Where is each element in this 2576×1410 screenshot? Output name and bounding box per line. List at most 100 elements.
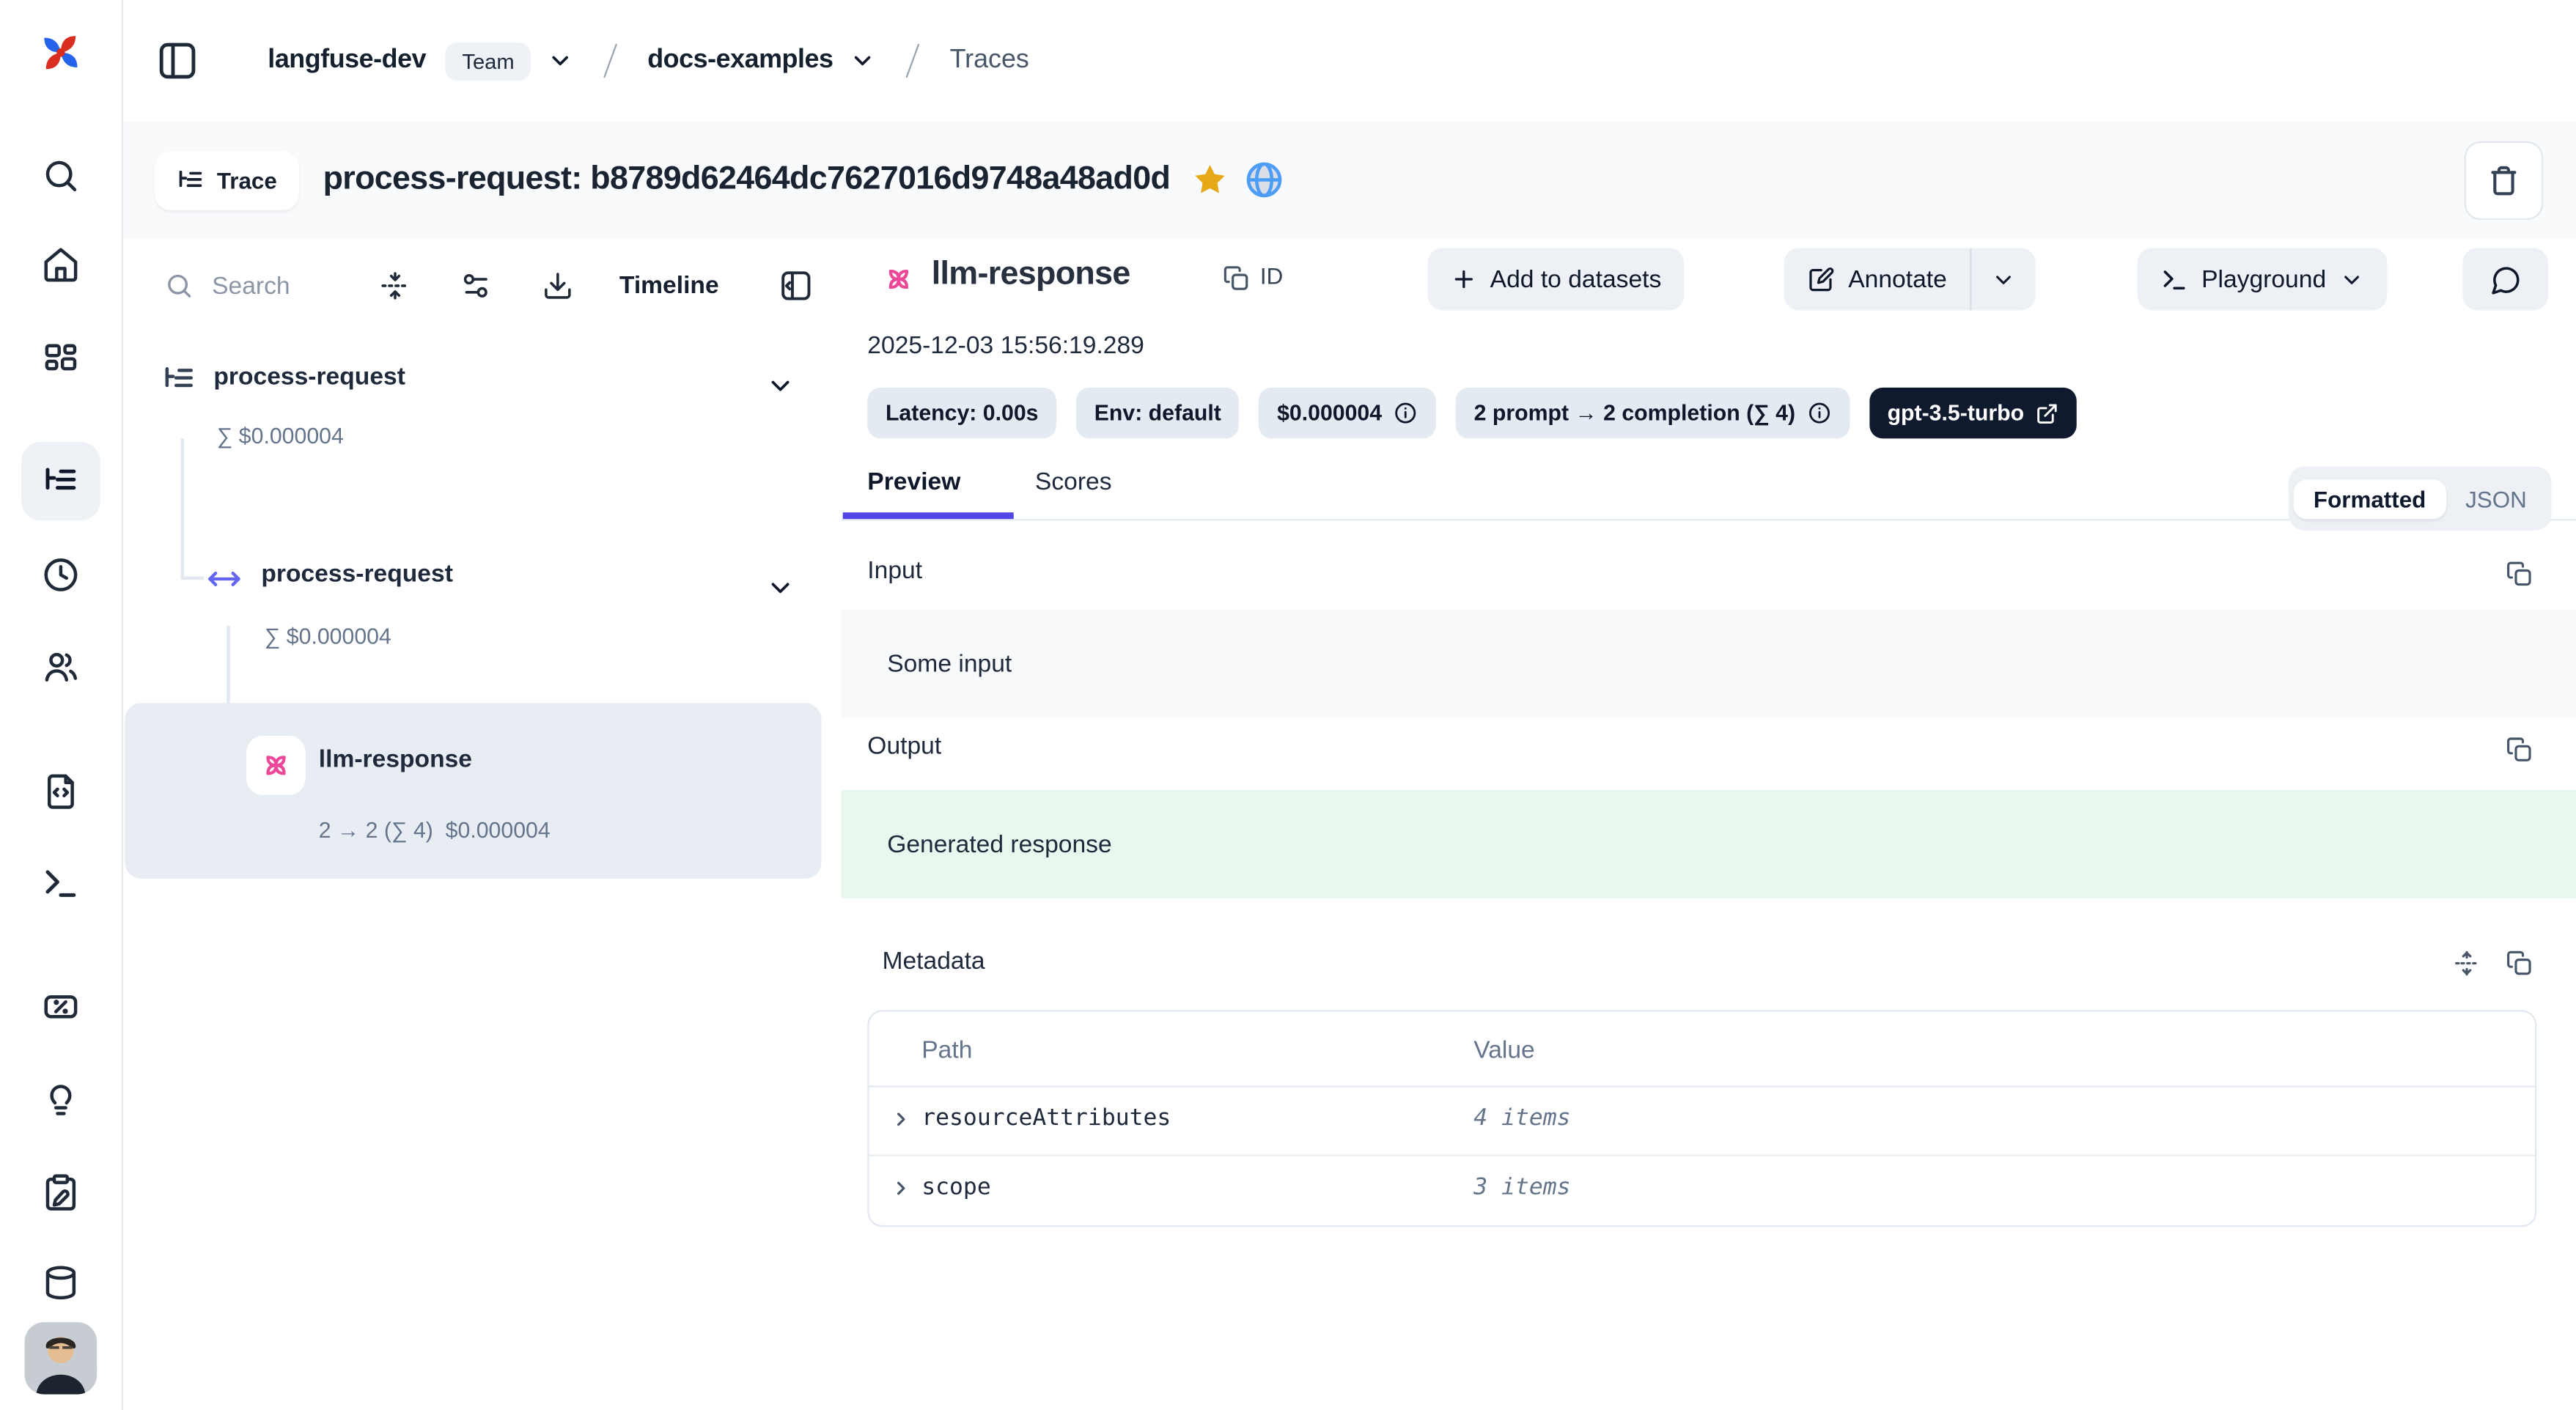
metadata-col-value: Value: [1473, 1036, 1535, 1064]
copy-output-icon[interactable]: [2506, 736, 2533, 764]
annotate-button[interactable]: Annotate: [1784, 248, 1970, 310]
generation-pinwheel-icon: [258, 748, 294, 783]
tree-node-label: llm-response: [319, 745, 472, 773]
search-icon: [164, 271, 194, 300]
clipboard-pen-icon[interactable]: [41, 1173, 81, 1212]
breadcrumb-project[interactable]: docs-examples: [647, 46, 833, 75]
sidebar-item-tracing-active[interactable]: [21, 442, 100, 521]
terminal-icon: [2160, 265, 2188, 293]
chevron-down-icon[interactable]: [547, 48, 573, 74]
toggle-formatted[interactable]: Formatted: [2294, 479, 2446, 518]
metadata-row[interactable]: resourceAttributes 4 items: [869, 1085, 2535, 1154]
user-avatar[interactable]: [25, 1322, 97, 1395]
panel-collapse-icon[interactable]: [779, 268, 813, 303]
chevron-down-icon[interactable]: [850, 48, 876, 74]
trace-tree-icon: [176, 165, 205, 194]
info-icon: [1807, 401, 1832, 426]
cost-badge[interactable]: $0.000004: [1259, 388, 1436, 438]
tree-row-trace[interactable]: process-request ∑ $0.000004: [122, 350, 842, 481]
input-value: Some input: [887, 649, 1012, 677]
copy-id-icon[interactable]: [1222, 265, 1250, 292]
trace-title: process-request: b8789d62464dc7627016d97…: [323, 161, 1171, 199]
chevron-down-icon[interactable]: [765, 371, 795, 400]
file-code-icon[interactable]: [41, 772, 81, 811]
terminal-icon[interactable]: [41, 864, 81, 904]
tab-preview[interactable]: Preview: [867, 468, 960, 496]
message-circle-icon: [2489, 264, 2521, 295]
metadata-row[interactable]: scope 3 items: [869, 1154, 2535, 1223]
users-icon[interactable]: [41, 647, 81, 687]
metadata-value: 4 items: [1473, 1105, 1570, 1132]
output-section-label: Output: [867, 733, 941, 761]
timeline-toggle[interactable]: Timeline: [619, 272, 719, 300]
collapse-all-icon[interactable]: [380, 270, 411, 302]
trace-tree-icon: [41, 462, 81, 501]
model-badge[interactable]: gpt-3.5-turbo: [1869, 388, 2077, 438]
tree-search[interactable]: [164, 270, 373, 302]
tree-node-metric: ∑ $0.000004: [217, 424, 344, 449]
tree-search-input[interactable]: [209, 270, 373, 302]
unfold-vertical-icon[interactable]: [2453, 949, 2481, 977]
lightbulb-icon[interactable]: [41, 1079, 81, 1118]
percent-box-icon[interactable]: [41, 987, 81, 1027]
breadcrumb-divider: [603, 43, 617, 78]
bookmark-star-icon[interactable]: [1191, 161, 1229, 199]
tree-node-metric: 2 → 2 (∑ 4) $0.000004: [319, 818, 551, 843]
nav-rail: [0, 0, 123, 1410]
chevron-down-icon[interactable]: [765, 573, 795, 602]
trace-tree-panel: Timeline process-request ∑ $0.000004: [122, 238, 843, 1410]
breadcrumb-org[interactable]: langfuse-dev: [268, 46, 426, 75]
observation-timestamp: 2025-12-03 15:56:19.289: [867, 332, 1144, 360]
annotate-dropdown-chevron[interactable]: [1971, 248, 2035, 310]
tree-toolbar: Timeline: [122, 238, 842, 333]
copy-input-icon[interactable]: [2506, 560, 2533, 588]
comments-button[interactable]: [2462, 248, 2548, 310]
external-link-icon: [2036, 402, 2058, 424]
tree-node-label: process-request: [213, 363, 405, 391]
delete-trace-button[interactable]: [2465, 141, 2544, 220]
playground-button[interactable]: Playground: [2138, 248, 2387, 310]
langfuse-logo[interactable]: [32, 23, 91, 82]
tree-row-span[interactable]: process-request ∑ $0.000004: [122, 553, 842, 684]
trace-type-pill: Trace: [155, 150, 298, 210]
clock-icon[interactable]: [41, 555, 81, 594]
info-icon: [1394, 401, 1418, 426]
input-section-label: Input: [867, 557, 922, 585]
metrics-badge-row: Latency: 0.00s Env: default $0.000004 2 …: [867, 388, 2077, 438]
trash-icon: [2487, 163, 2520, 196]
square-pen-icon: [1807, 265, 1835, 293]
id-label[interactable]: ID: [1260, 263, 1283, 289]
trace-tree-icon: [161, 361, 197, 397]
database-icon[interactable]: [41, 1263, 81, 1302]
token-usage-badge[interactable]: 2 prompt → 2 completion (∑ 4): [1456, 388, 1850, 438]
toggle-json[interactable]: JSON: [2446, 479, 2546, 518]
span-move-horizontal-icon: [207, 561, 241, 596]
home-icon[interactable]: [41, 245, 81, 284]
tree-node-metric: ∑ $0.000004: [265, 624, 391, 649]
panel-left-toggle-icon[interactable]: [156, 40, 199, 82]
chevron-down-icon: [2339, 267, 2364, 292]
tree-row-generation-selected[interactable]: llm-response 2 → 2 (∑ 4) $0.000004: [125, 703, 821, 879]
breadcrumb-section-traces[interactable]: Traces: [950, 46, 1029, 75]
trace-header-bar: Trace process-request: b8789d62464dc7627…: [122, 122, 2576, 240]
dashboards-grid-icon[interactable]: [41, 340, 81, 380]
latency-badge: Latency: 0.00s: [867, 388, 1056, 438]
add-to-datasets-button[interactable]: Add to datasets: [1428, 248, 1685, 310]
copy-metadata-icon[interactable]: [2506, 949, 2533, 977]
search-icon[interactable]: [41, 156, 81, 196]
annotate-button-group: Annotate: [1784, 248, 2036, 310]
view-mode-toggle: Formatted JSON: [2289, 466, 2551, 530]
generation-pinwheel-icon: [880, 261, 916, 297]
tab-scores[interactable]: Scores: [1035, 468, 1112, 496]
metadata-section-label: Metadata: [882, 948, 985, 975]
metadata-key: resourceAttributes: [921, 1105, 1171, 1132]
env-badge: Env: default: [1076, 388, 1239, 438]
chevron-right-icon: [891, 1109, 912, 1130]
observation-name: llm-response: [932, 256, 1130, 295]
settings-sliders-icon[interactable]: [460, 270, 492, 302]
app-window: langfuse-dev Team docs-examples Traces T…: [0, 0, 2576, 1410]
metadata-col-path: Path: [921, 1036, 972, 1064]
download-icon[interactable]: [542, 270, 574, 302]
metadata-table: Path Value resourceAttributes 4 items sc…: [867, 1010, 2536, 1227]
public-globe-icon[interactable]: [1244, 159, 1285, 200]
